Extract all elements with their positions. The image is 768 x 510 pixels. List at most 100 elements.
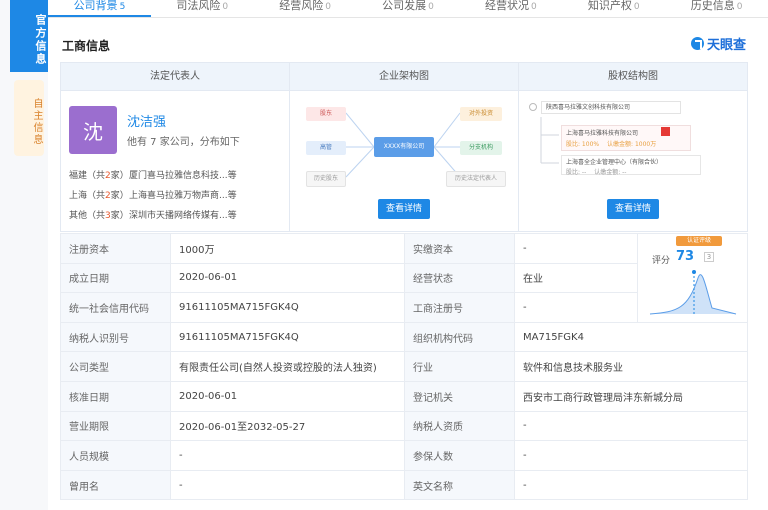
equity-child-node: 上海喜全企业管理中心（有限合伙） 股比: -- 认缴金额: -- (561, 155, 701, 176)
field-value: 91611105MA715FGK4Q (170, 292, 405, 323)
avatar: 沈 (69, 106, 117, 154)
field-value: MA715FGK4 (514, 321, 748, 353)
field-label: 英文名称 (404, 469, 515, 501)
org-node-history-legal: 历史法定代表人 (446, 171, 506, 187)
tab-company-background[interactable]: 公司背景 5 (48, 0, 151, 17)
field-value: 西安市工商行政管理局沣东新城分局 (514, 380, 748, 412)
equity-root-node: 陕西喜马拉雅文创科技有限公司 (541, 101, 681, 114)
legal-rep-name[interactable]: 沈洁强 (127, 111, 166, 130)
field-label: 纳税人识别号 (60, 321, 171, 353)
equity-ratio: 股比: 100% (566, 141, 600, 148)
field-value: 91611105MA715FGK4Q (170, 321, 405, 353)
field-value: - (514, 410, 748, 442)
field-label: 人员规模 (60, 440, 171, 471)
org-node-shareholder: 股东 (306, 107, 346, 121)
rating-widget[interactable]: 认证评级 评分 73 3 (637, 233, 748, 323)
field-label: 纳税人资质 (404, 410, 515, 442)
tab-business-status[interactable]: 经营状况 0 (459, 0, 562, 17)
tab-label: 公司发展 (382, 0, 427, 12)
field-label: 营业期限 (60, 410, 171, 442)
tab-business-risk[interactable]: 经营风险 0 (254, 0, 357, 17)
table-row: 曾用名 - 英文名称 - (60, 469, 748, 501)
field-value: 在业 (514, 262, 638, 294)
field-label: 经营状态 (404, 262, 515, 294)
rating-box: 3 (704, 252, 714, 262)
rating-label: 评分 (652, 256, 671, 266)
vtab-self-info[interactable]: 自主信息 (14, 80, 44, 156)
rating-badge: 认证评级 (676, 236, 722, 246)
field-label: 核准日期 (60, 380, 171, 412)
field-value: - (514, 233, 638, 264)
equity-child-stats: 股比: -- 认缴金额: -- (562, 167, 700, 176)
header-legal-rep: 法定代表人 (61, 63, 290, 90)
tab-label: 历史信息 (690, 0, 735, 12)
section-title: 工商信息 (62, 39, 111, 53)
equity-ratio: 股比: -- (566, 169, 587, 176)
field-value: 1000万 (170, 233, 405, 264)
brand-logo: 天眼查 (690, 34, 746, 53)
table-row: 营业期限 2020-06-01至2032-05-27 纳税人资质 - (60, 410, 748, 442)
region-list: 福建（共2家） 厦门喜马拉雅信息科技...等 上海（共2家） 上海喜马拉雅万物声… (69, 164, 284, 224)
table-row: 注册资本 1000万 实缴资本 - 认证评级 评分 73 3 (60, 233, 748, 323)
business-info-table: 注册资本 1000万 实缴资本 - 认证评级 评分 73 3 成立日期 2020… (60, 233, 748, 501)
equity-amount: 认缴金额: -- (594, 169, 627, 176)
list-item[interactable]: 其他（共3家） 深圳市天播网络传媒有...等 (69, 204, 284, 224)
tab-count: 0 (633, 2, 640, 12)
list-item[interactable]: 福建（共2家） 厦门喜马拉雅信息科技...等 (69, 164, 284, 184)
list-item[interactable]: 上海（共2家） 上海喜马拉雅万物声商...等 (69, 184, 284, 204)
org-chart-column: 股东 高管 历史股东 XXXX有限公司 对外投资 分支机构 历史法定代表人 查看… (290, 91, 519, 231)
equity-chart-detail-button[interactable]: 查看详情 (607, 199, 659, 219)
field-value: - (514, 469, 748, 501)
region-company: 厦门喜马拉雅信息科技...等 (129, 170, 237, 181)
field-value: 有限责任公司(自然人投资或控股的法人独资) (170, 351, 405, 382)
equity-child-stats: 股比: 100% 认缴金额: 1000万 (562, 139, 690, 148)
company-profile-page: 官方信息 自主信息 公司背景 5 司法风险 0 经营风险 0 公司发展 0 经营状况 0 … (0, 0, 768, 510)
tab-count: 0 (325, 2, 332, 12)
tab-count: 0 (531, 2, 537, 12)
legal-rep-summary: 他有 7 家公司，分布如下 (127, 137, 240, 148)
tab-label: 司法风险 (176, 0, 221, 12)
tab-intellectual-property[interactable]: 知识产权 0 (562, 0, 665, 17)
region-label: 其他（共3家） (69, 210, 129, 221)
table-row: 核准日期 2020-06-01 登记机关 西安市工商行政管理局沣东新城分局 (60, 380, 748, 412)
tab-history[interactable]: 历史信息 0 (665, 0, 768, 17)
tab-judicial-risk[interactable]: 司法风险 0 (151, 0, 254, 17)
tab-count: 5 (119, 2, 126, 12)
region-label: 福建（共2家） (69, 170, 129, 181)
field-value: - (170, 469, 405, 501)
table-row: 纳税人识别号 91611105MA715FGK4Q 组织机构代码 MA715FG… (60, 321, 748, 353)
field-label: 工商注册号 (404, 292, 515, 323)
vtab-official-info[interactable]: 官方信息 (10, 0, 48, 72)
field-label: 实缴资本 (404, 233, 515, 264)
panel-header: 法定代表人 企业架构图 股权结构图 (61, 63, 747, 91)
field-label: 组织机构代码 (404, 321, 515, 353)
tab-count: 0 (736, 2, 743, 12)
tab-count: 0 (428, 2, 434, 12)
field-value: 软件和信息技术服务业 (514, 351, 748, 382)
equity-child-name: 上海喜马拉雅科技有限公司 (566, 130, 639, 137)
vertical-tab-bar: 官方信息 自主信息 (0, 0, 48, 510)
org-node-investment: 对外投资 (460, 107, 502, 121)
field-value: - (170, 440, 405, 471)
equity-child-name: 上海喜全企业管理中心（有限合伙） (566, 159, 663, 166)
field-label: 登记机关 (404, 380, 515, 412)
org-node-executive: 高管 (306, 141, 346, 155)
field-value: 2020-06-01 (170, 380, 405, 412)
org-node-company: XXXX有限公司 (374, 137, 434, 157)
collapse-icon[interactable] (529, 103, 537, 111)
region-company: 深圳市天播网络传媒有...等 (129, 210, 237, 221)
tab-label: 知识产权 (587, 0, 632, 12)
field-value: 2020-06-01至2032-05-27 (170, 410, 405, 442)
field-value: 2020-06-01 (170, 262, 405, 294)
tab-count: 0 (222, 2, 229, 12)
tab-label: 经营风险 (279, 0, 324, 12)
equity-child-node: 上海喜马拉雅科技有限公司 股比: 100% 认缴金额: 1000万 (561, 125, 691, 151)
field-label: 成立日期 (60, 262, 171, 294)
org-chart-detail-button[interactable]: 查看详情 (378, 199, 430, 219)
field-label: 行业 (404, 351, 515, 382)
field-label: 曾用名 (60, 469, 171, 501)
field-value: - (514, 292, 638, 323)
field-label: 公司类型 (60, 351, 171, 382)
tab-company-development[interactable]: 公司发展 0 (357, 0, 460, 17)
field-label: 参保人数 (404, 440, 515, 471)
